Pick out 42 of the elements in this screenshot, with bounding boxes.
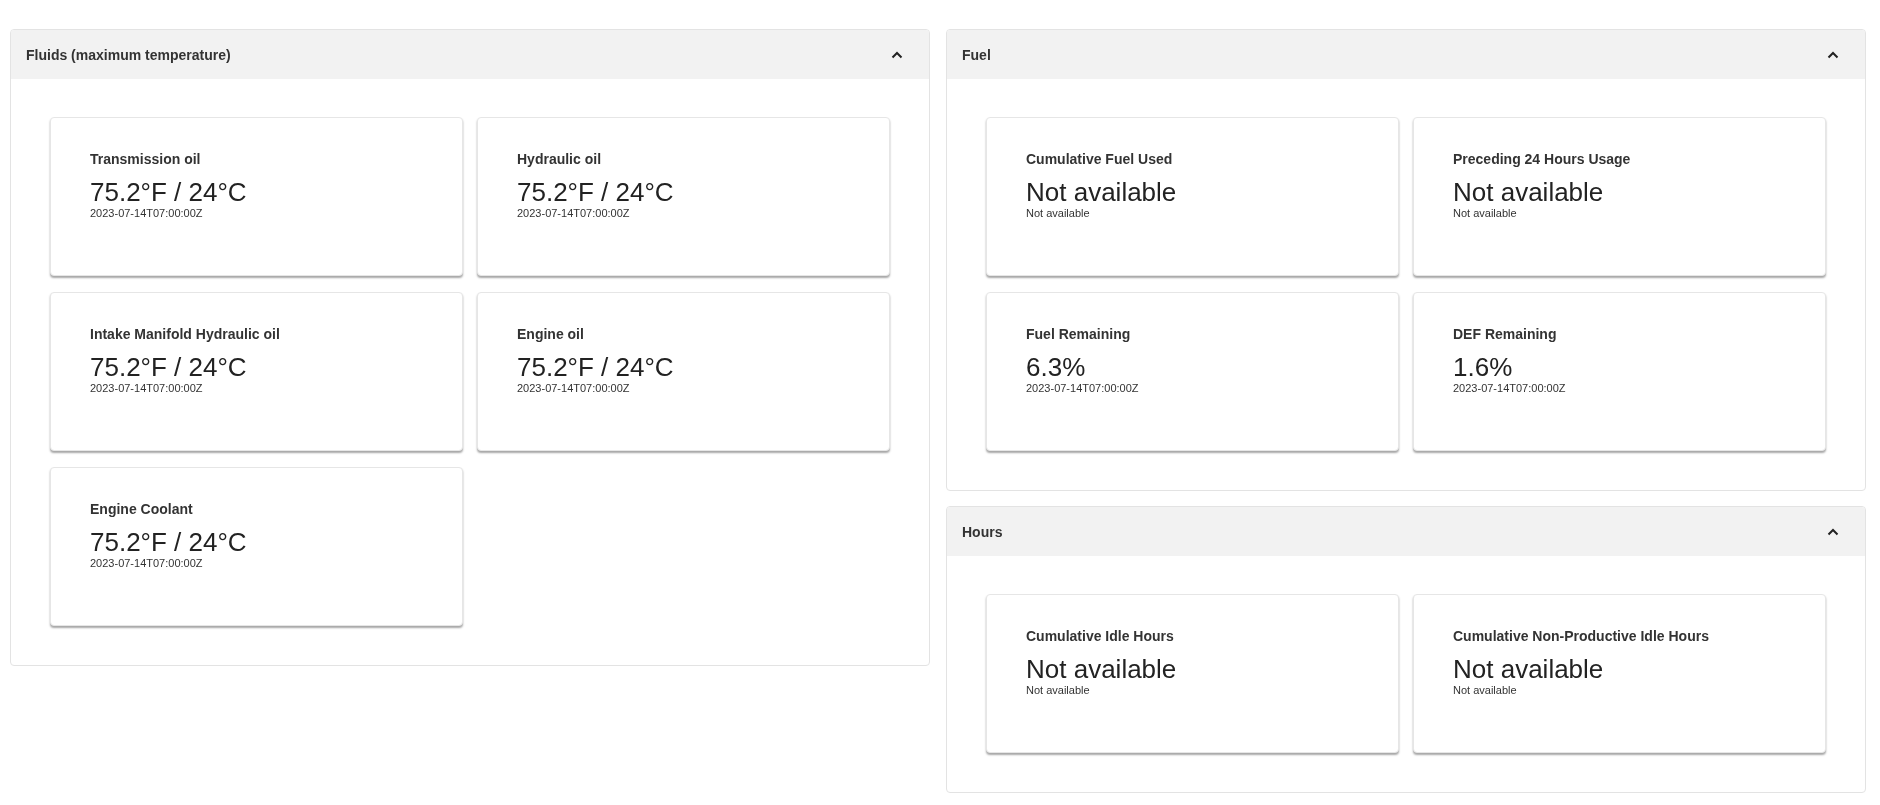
panel-header[interactable]: Hours (947, 507, 1865, 556)
metric-label: Cumulative Fuel Used (1026, 151, 1174, 167)
metric-value: 6.3% (1026, 352, 1087, 382)
metric-value: 75.2°F / 24°C (90, 527, 248, 557)
metric-timestamp: 2023-07-14T07:00:00Z (1026, 382, 1140, 394)
metric-value: Not available (1453, 654, 1605, 684)
metric-label: Fuel Remaining (1026, 326, 1132, 342)
metric-label: Engine Coolant (90, 501, 194, 517)
metric-timestamp: 2023-07-14T07:00:00Z (90, 207, 204, 219)
metric-timestamp: Not available (1453, 684, 1518, 696)
metric-value: 75.2°F / 24°C (90, 352, 248, 382)
chevron-icon[interactable] (891, 50, 903, 59)
metric-timestamp: 2023-07-14T07:00:00Z (90, 382, 204, 394)
metric-value: Not available (1453, 177, 1605, 207)
metric-label: DEF Remaining (1453, 326, 1558, 342)
metric-timestamp: Not available (1026, 207, 1091, 219)
metric-timestamp: Not available (1026, 684, 1091, 696)
panel-header[interactable]: Fluids (maximum temperature) (11, 30, 929, 79)
metric-value: 1.6% (1453, 352, 1514, 382)
metric-value: Not available (1026, 177, 1178, 207)
metric-value: Not available (1026, 654, 1178, 684)
metric-timestamp: 2023-07-14T07:00:00Z (1453, 382, 1567, 394)
panel-title: Fuel (962, 46, 991, 63)
metric-timestamp: 2023-07-14T07:00:00Z (517, 207, 631, 219)
chevron-icon[interactable] (1827, 50, 1839, 59)
metric-label: Preceding 24 Hours Usage (1453, 151, 1632, 167)
metric-label: Cumulative Idle Hours (1026, 628, 1175, 644)
metric-timestamp: Not available (1453, 207, 1518, 219)
metric-label: Cumulative Non-Productive Idle Hours (1453, 628, 1710, 644)
metric-timestamp: 2023-07-14T07:00:00Z (90, 557, 204, 569)
metric-label: Engine oil (517, 326, 585, 342)
metric-value: 75.2°F / 24°C (517, 177, 675, 207)
panel-header[interactable]: Fuel (947, 30, 1865, 79)
metric-label: Transmission oil (90, 151, 202, 167)
metric-value: 75.2°F / 24°C (90, 177, 248, 207)
metric-value: 75.2°F / 24°C (517, 352, 675, 382)
metric-label: Intake Manifold Hydraulic oil (90, 326, 281, 342)
metric-timestamp: 2023-07-14T07:00:00Z (517, 382, 631, 394)
panel-title: Fluids (maximum temperature) (26, 46, 231, 63)
chevron-icon[interactable] (1827, 527, 1839, 536)
metric-label: Hydraulic oil (517, 151, 603, 167)
panel-title: Hours (962, 523, 1003, 540)
